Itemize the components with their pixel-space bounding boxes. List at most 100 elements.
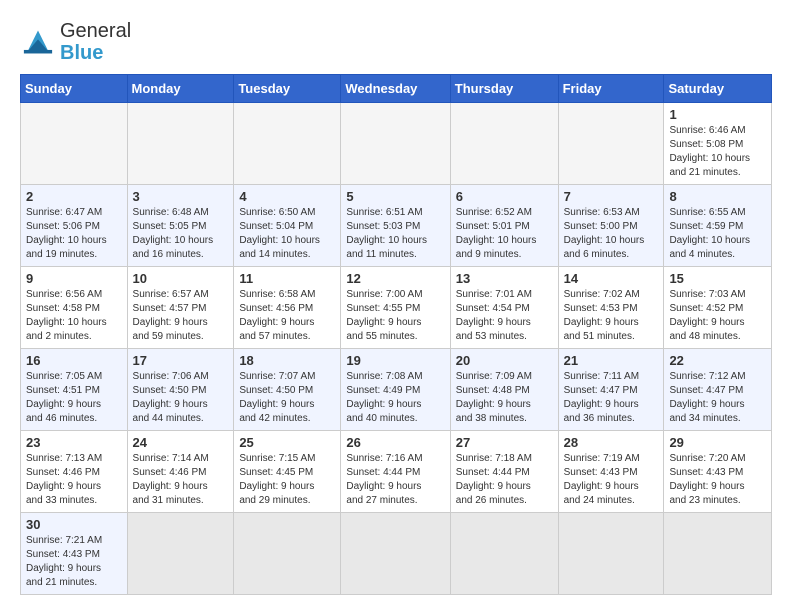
day-info: Sunrise: 6:51 AM Sunset: 5:03 PM Dayligh… [346, 206, 444, 262]
calendar-cell: 29Sunrise: 7:20 AM Sunset: 4:43 PM Dayli… [664, 431, 772, 513]
calendar-cell [664, 513, 772, 595]
day-number: 1 [669, 107, 766, 122]
page: General Blue SundayMondayTuesdayWednesda… [0, 0, 792, 605]
week-row-1: 1 Sunrise: 6:46 AM Sunset: 5:08 PM Daylig… [21, 103, 772, 185]
day-number: 25 [239, 435, 335, 450]
calendar-cell: 6Sunrise: 6:52 AM Sunset: 5:01 PM Daylig… [450, 185, 558, 267]
day-number: 19 [346, 353, 444, 368]
calendar-cell: 28 Sunrise: 7:19 AM Sunset: 4:43 PM Dayli… [558, 431, 664, 513]
day-info: Sunrise: 6:58 AM Sunset: 4:56 PM Dayligh… [239, 288, 335, 344]
calendar-cell: 8 Sunrise: 6:55 AM Sunset: 4:59 PM Daylig… [664, 185, 772, 267]
calendar-cell: 11 Sunrise: 6:58 AM Sunset: 4:56 PM Dayli… [234, 267, 341, 349]
day-number: 29 [669, 435, 766, 450]
weekday-header-wednesday: Wednesday [341, 75, 450, 103]
day-info: Sunrise: 7:16 AM Sunset: 4:44 PM Dayligh… [346, 452, 444, 508]
day-info: Sunrise: 7:09 AM Sunset: 4:48 PM Dayligh… [456, 370, 553, 426]
day-number: 5 [346, 189, 444, 204]
calendar-cell: 14 Sunrise: 7:02 AM Sunset: 4:53 PM Dayli… [558, 267, 664, 349]
calendar-cell: 21Sunrise: 7:11 AM Sunset: 4:47 PM Dayli… [558, 349, 664, 431]
day-info: Sunrise: 7:11 AM Sunset: 4:47 PM Dayligh… [564, 370, 659, 426]
calendar-cell [234, 103, 341, 185]
day-info: Sunrise: 7:05 AM Sunset: 4:51 PM Dayligh… [26, 370, 122, 426]
day-info: Sunrise: 7:19 AM Sunset: 4:43 PM Dayligh… [564, 452, 659, 508]
calendar-cell: 9Sunrise: 6:56 AM Sunset: 4:58 PM Daylig… [21, 267, 128, 349]
day-number: 15 [669, 271, 766, 286]
calendar-cell: 19Sunrise: 7:08 AM Sunset: 4:49 PM Dayli… [341, 349, 450, 431]
day-number: 30 [26, 517, 122, 532]
day-info: Sunrise: 6:52 AM Sunset: 5:01 PM Dayligh… [456, 206, 553, 262]
calendar-cell: 18 Sunrise: 7:07 AM Sunset: 4:50 PM Dayli… [234, 349, 341, 431]
calendar-cell: 24 Sunrise: 7:14 AM Sunset: 4:46 PM Dayli… [127, 431, 234, 513]
calendar-cell: 2 Sunrise: 6:47 AM Sunset: 5:06 PM Daylig… [21, 185, 128, 267]
day-number: 12 [346, 271, 444, 286]
calendar-cell: 22Sunrise: 7:12 AM Sunset: 4:47 PM Dayli… [664, 349, 772, 431]
day-number: 24 [133, 435, 229, 450]
weekday-header-sunday: Sunday [21, 75, 128, 103]
day-number: 3 [133, 189, 229, 204]
calendar: SundayMondayTuesdayWednesdayThursdayFrid… [20, 74, 772, 595]
calendar-cell [558, 103, 664, 185]
day-number: 27 [456, 435, 553, 450]
weekday-header-friday: Friday [558, 75, 664, 103]
logo: General Blue [20, 20, 131, 64]
weekday-header-tuesday: Tuesday [234, 75, 341, 103]
logo-icon [20, 27, 56, 57]
day-number: 18 [239, 353, 335, 368]
calendar-cell: 4 Sunrise: 6:50 AM Sunset: 5:04 PM Daylig… [234, 185, 341, 267]
calendar-cell [558, 513, 664, 595]
day-number: 14 [564, 271, 659, 286]
calendar-cell [127, 103, 234, 185]
calendar-cell [21, 103, 128, 185]
day-number: 26 [346, 435, 444, 450]
week-row-4: 16 Sunrise: 7:05 AM Sunset: 4:51 PM Dayli… [21, 349, 772, 431]
day-info: Sunrise: 7:06 AM Sunset: 4:50 PM Dayligh… [133, 370, 229, 426]
day-number: 23 [26, 435, 122, 450]
calendar-cell: 16 Sunrise: 7:05 AM Sunset: 4:51 PM Dayli… [21, 349, 128, 431]
calendar-cell: 26 Sunrise: 7:16 AM Sunset: 4:44 PM Dayli… [341, 431, 450, 513]
day-info: Sunrise: 6:55 AM Sunset: 4:59 PM Dayligh… [669, 206, 766, 262]
calendar-cell [341, 513, 450, 595]
day-info: Sunrise: 6:47 AM Sunset: 5:06 PM Dayligh… [26, 206, 122, 262]
calendar-cell: 7 Sunrise: 6:53 AM Sunset: 5:00 PM Daylig… [558, 185, 664, 267]
day-number: 28 [564, 435, 659, 450]
day-info: Sunrise: 7:07 AM Sunset: 4:50 PM Dayligh… [239, 370, 335, 426]
calendar-cell: 13Sunrise: 7:01 AM Sunset: 4:54 PM Dayli… [450, 267, 558, 349]
day-number: 16 [26, 353, 122, 368]
week-row-3: 9Sunrise: 6:56 AM Sunset: 4:58 PM Daylig… [21, 267, 772, 349]
day-info: Sunrise: 6:50 AM Sunset: 5:04 PM Dayligh… [239, 206, 335, 262]
day-info: Sunrise: 6:56 AM Sunset: 4:58 PM Dayligh… [26, 288, 122, 344]
calendar-cell: 1 Sunrise: 6:46 AM Sunset: 5:08 PM Daylig… [664, 103, 772, 185]
day-number: 17 [133, 353, 229, 368]
day-info: Sunrise: 7:14 AM Sunset: 4:46 PM Dayligh… [133, 452, 229, 508]
day-info: Sunrise: 7:12 AM Sunset: 4:47 PM Dayligh… [669, 370, 766, 426]
day-info: Sunrise: 6:48 AM Sunset: 5:05 PM Dayligh… [133, 206, 229, 262]
calendar-cell [341, 103, 450, 185]
calendar-cell: 5 Sunrise: 6:51 AM Sunset: 5:03 PM Daylig… [341, 185, 450, 267]
day-number: 8 [669, 189, 766, 204]
day-info: Sunrise: 7:18 AM Sunset: 4:44 PM Dayligh… [456, 452, 553, 508]
weekday-header-row: SundayMondayTuesdayWednesdayThursdayFrid… [21, 75, 772, 103]
calendar-cell [450, 103, 558, 185]
day-info: Sunrise: 7:13 AM Sunset: 4:46 PM Dayligh… [26, 452, 122, 508]
day-number: 7 [564, 189, 659, 204]
day-info: Sunrise: 7:02 AM Sunset: 4:53 PM Dayligh… [564, 288, 659, 344]
day-info: Sunrise: 6:53 AM Sunset: 5:00 PM Dayligh… [564, 206, 659, 262]
calendar-cell: 23 Sunrise: 7:13 AM Sunset: 4:46 PM Dayli… [21, 431, 128, 513]
calendar-cell [450, 513, 558, 595]
calendar-cell [234, 513, 341, 595]
weekday-header-saturday: Saturday [664, 75, 772, 103]
calendar-cell: 10Sunrise: 6:57 AM Sunset: 4:57 PM Dayli… [127, 267, 234, 349]
day-info: Sunrise: 7:03 AM Sunset: 4:52 PM Dayligh… [669, 288, 766, 344]
day-number: 11 [239, 271, 335, 286]
day-number: 2 [26, 189, 122, 204]
day-info: Sunrise: 7:21 AM Sunset: 4:43 PM Dayligh… [26, 534, 122, 590]
calendar-cell: 20Sunrise: 7:09 AM Sunset: 4:48 PM Dayli… [450, 349, 558, 431]
day-info: Sunrise: 7:01 AM Sunset: 4:54 PM Dayligh… [456, 288, 553, 344]
calendar-cell: 30 Sunrise: 7:21 AM Sunset: 4:43 PM Dayli… [21, 513, 128, 595]
calendar-cell: 17 Sunrise: 7:06 AM Sunset: 4:50 PM Dayli… [127, 349, 234, 431]
day-number: 4 [239, 189, 335, 204]
day-number: 10 [133, 271, 229, 286]
logo-text: General Blue [60, 20, 131, 64]
day-info: Sunrise: 6:46 AM Sunset: 5:08 PM Dayligh… [669, 124, 766, 180]
calendar-cell: 25Sunrise: 7:15 AM Sunset: 4:45 PM Dayli… [234, 431, 341, 513]
